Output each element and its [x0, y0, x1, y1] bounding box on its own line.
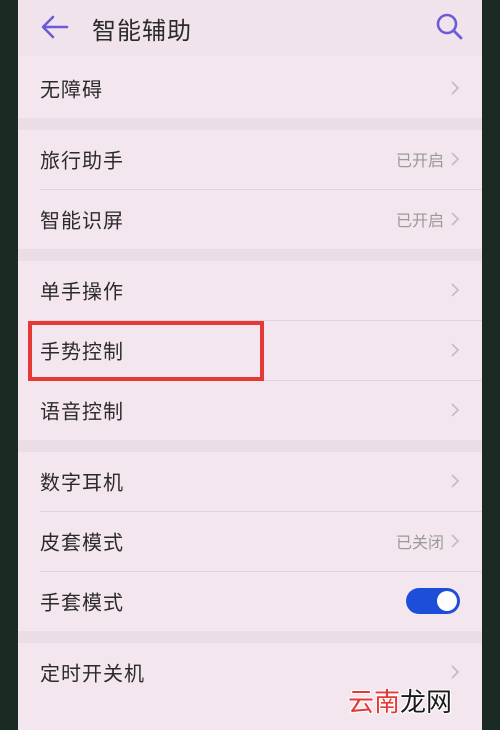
status-text: 已开启 [395, 151, 444, 170]
settings-screen: 智能辅助 无障碍 旅行助手 已开启 智能识屏 已开启 单手操作 手势控制 语音控… [18, 0, 482, 730]
chevron-right-icon [451, 534, 460, 548]
chevron-right-icon [451, 343, 460, 357]
search-icon[interactable] [434, 11, 464, 41]
watermark-logo: 云南龙网 [348, 682, 468, 722]
arrow-left-icon[interactable] [40, 14, 70, 40]
status-text: 已开启 [395, 211, 444, 230]
menu-item-smart-screen-recognition[interactable]: 智能识屏 已开启 [18, 189, 482, 249]
app-header: 智能辅助 [18, 0, 482, 56]
menu-item-travel-assistant[interactable]: 旅行助手 已开启 [18, 129, 482, 189]
chevron-right-icon [451, 81, 460, 95]
menu-item-label: 定时开关机 [40, 661, 145, 686]
menu-item-label: 语音控制 [40, 399, 124, 424]
menu-item-digital-headset[interactable]: 数字耳机 [18, 451, 482, 511]
page-title: 智能辅助 [92, 17, 192, 45]
menu-item-label: 皮套模式 [40, 530, 124, 555]
highlight-annotation-box [28, 321, 264, 381]
menu-item-label: 无障碍 [40, 77, 103, 102]
menu-item-label: 智能识屏 [40, 208, 124, 233]
chevron-right-icon [451, 283, 460, 297]
menu-item-cover-mode[interactable]: 皮套模式 已关闭 [18, 511, 482, 571]
menu-item-voice-control[interactable]: 语音控制 [18, 380, 482, 440]
menu-item-label: 手套模式 [40, 590, 124, 615]
chevron-right-icon [451, 665, 460, 679]
watermark-part1: 云南 [348, 688, 401, 718]
glove-mode-toggle[interactable] [406, 588, 460, 614]
menu-item-glove-mode: 手套模式 [18, 571, 482, 631]
menu-item-label: 旅行助手 [40, 148, 124, 173]
chevron-right-icon [451, 474, 460, 488]
menu-item-label: 单手操作 [40, 279, 124, 304]
menu-item-accessibility[interactable]: 无障碍 [18, 58, 482, 118]
menu-item-label: 数字耳机 [40, 470, 124, 495]
toggle-knob [437, 591, 457, 611]
chevron-right-icon [451, 152, 460, 166]
watermark-part2: 龙网 [400, 688, 453, 718]
menu-item-one-hand-mode[interactable]: 单手操作 [18, 260, 482, 320]
chevron-right-icon [451, 403, 460, 417]
status-text: 已关闭 [395, 533, 444, 552]
chevron-right-icon [451, 212, 460, 226]
